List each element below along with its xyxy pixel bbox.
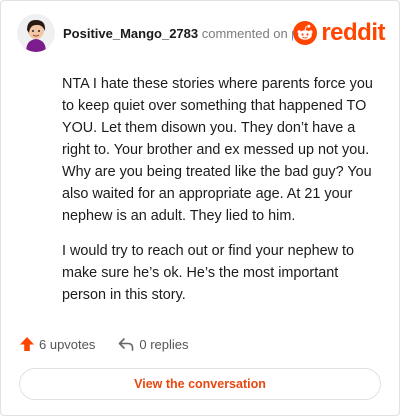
upvote-arrow-icon [20,337,34,351]
brand-wordmark: reddit [321,19,385,46]
comment-paragraph: I would try to reach out or find your ne… [62,243,354,303]
reply-arrow-icon [119,338,134,351]
comment-header: Positive_Mango_2783 commented on post re… [17,13,385,53]
username-link[interactable]: Positive_Mango_2783 [63,26,198,41]
comment-card: Positive_Mango_2783 commented on post re… [0,0,400,416]
action-text: commented on [201,25,288,41]
view-conversation-label: View the conversation [134,377,266,391]
upvote-button[interactable]: 6 upvotes [19,336,95,352]
upvote-count: 6 upvotes [39,336,96,352]
view-conversation-button[interactable]: View the conversation [19,368,381,400]
comment-paragraph: NTA I hate these stories where parents f… [62,76,373,224]
avatar-icon [17,14,55,52]
comment-body: NTA I hate these stories where parents f… [62,73,381,319]
reddit-brand[interactable]: reddit [293,21,385,45]
comment-actions: 6 upvotes 0 replies [19,334,189,354]
avatar[interactable] [17,14,55,52]
reddit-logo-icon [293,21,318,45]
reply-button[interactable]: 0 replies [117,336,189,352]
reply-count: 0 replies [139,336,189,352]
comment-meta: Positive_Mango_2783 commented on post [63,26,293,41]
